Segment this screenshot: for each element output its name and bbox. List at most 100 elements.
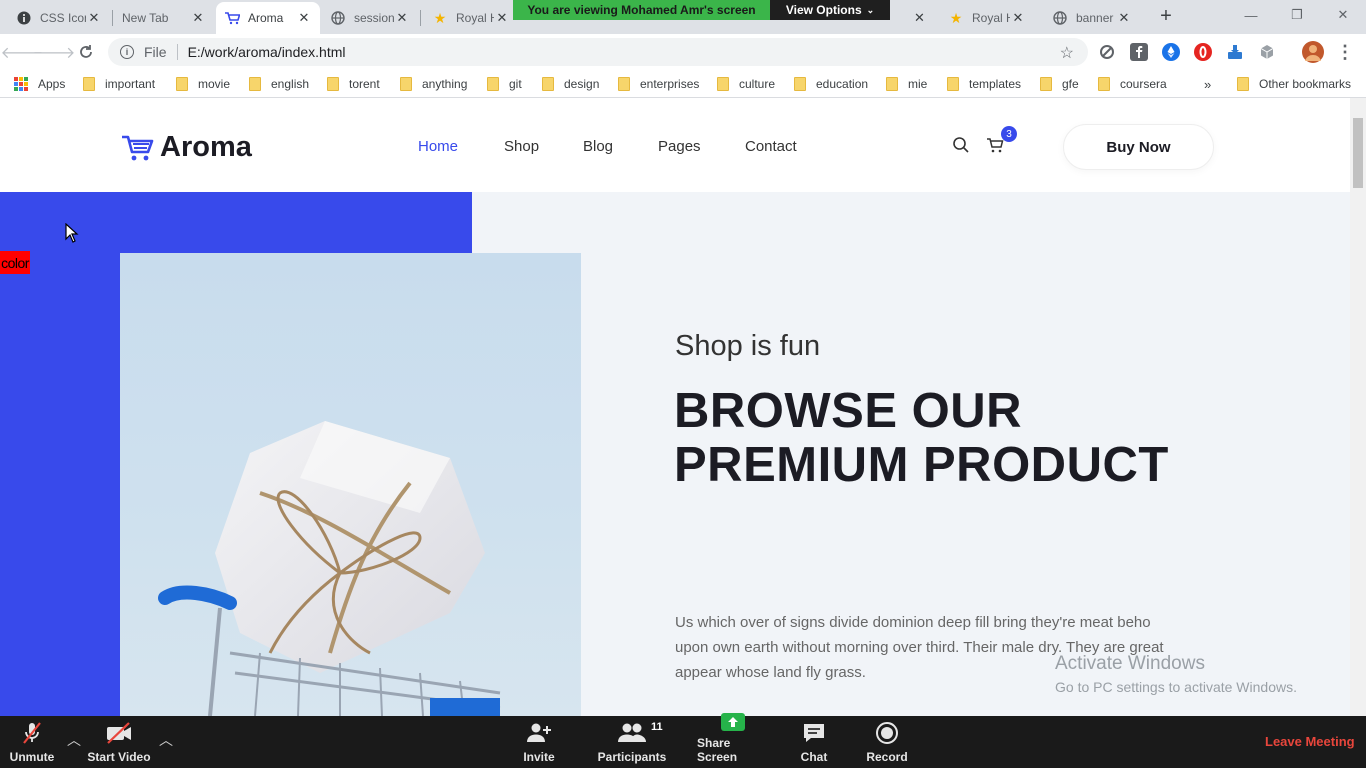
bookmark-folder[interactable]: education: [794, 76, 868, 92]
site-logo[interactable]: Aroma: [120, 131, 252, 164]
close-tab-icon[interactable]: ✕: [914, 10, 925, 26]
close-window-icon[interactable]: ✕: [1320, 0, 1366, 30]
chat-button[interactable]: Chat: [796, 716, 832, 768]
new-tab-button[interactable]: +: [1155, 6, 1177, 28]
ethereum-extension-icon[interactable]: [1162, 43, 1180, 61]
video-off-icon: [105, 719, 133, 747]
watermark-title: Activate Windows: [1055, 653, 1205, 674]
tab-title: Royal H: [456, 11, 494, 25]
back-icon[interactable]: 🡐: [1, 40, 44, 64]
folder-icon: [794, 77, 806, 91]
participants-icon: [617, 719, 647, 747]
bookmark-folder[interactable]: git: [487, 76, 522, 92]
profile-avatar[interactable]: [1302, 41, 1324, 63]
close-tab-icon[interactable]: ✕: [190, 10, 206, 26]
tab-title: banner: [1076, 11, 1114, 25]
tab-royal-2[interactable]: ★ Royal H ✕: [940, 2, 1034, 34]
bookmark-folder[interactable]: anything: [400, 76, 467, 92]
leave-meeting-button[interactable]: Leave Meeting: [1265, 734, 1355, 749]
video-options-caret-icon[interactable]: ︿: [158, 730, 174, 748]
nav-home[interactable]: Home: [418, 138, 458, 155]
chat-label: Chat: [800, 750, 828, 764]
opera-extension-icon[interactable]: [1194, 43, 1212, 61]
bookmark-folder[interactable]: templates: [947, 76, 1021, 92]
share-screen-button[interactable]: Share Screen: [697, 713, 769, 768]
view-options-button[interactable]: View Options ⌄: [770, 0, 890, 20]
tab-new-tab[interactable]: New Tab ✕: [114, 2, 214, 34]
bookmark-folder[interactable]: design: [542, 76, 599, 92]
cube-extension-icon[interactable]: [1258, 43, 1276, 61]
search-icon[interactable]: [952, 136, 970, 159]
start-video-button[interactable]: Start Video: [86, 716, 152, 768]
bookmark-folder[interactable]: mie: [886, 76, 927, 92]
audio-options-caret-icon[interactable]: ︿: [66, 730, 82, 748]
bookmark-folder[interactable]: culture: [717, 76, 775, 92]
close-tab-icon[interactable]: ✕: [296, 10, 312, 26]
watermark-subtitle: Go to PC settings to activate Windows.: [1055, 679, 1297, 695]
bookmark-label: gfe: [1062, 77, 1079, 91]
close-tab-icon[interactable]: ✕: [394, 10, 410, 26]
facebook-extension-icon[interactable]: [1130, 43, 1148, 61]
folder-icon: [249, 77, 261, 91]
minimize-icon[interactable]: —: [1228, 0, 1274, 30]
gift-in-cart-illustration: [158, 421, 501, 716]
forward-icon[interactable]: 🡒: [33, 40, 76, 64]
record-label: Record: [866, 750, 908, 764]
folder-icon: [717, 77, 729, 91]
close-tab-icon[interactable]: ✕: [1116, 10, 1132, 26]
scrollbar-thumb[interactable]: [1353, 118, 1363, 188]
menu-kebab-icon[interactable]: ⋮: [1333, 40, 1357, 64]
bookmark-label: education: [816, 77, 869, 91]
block-extension-icon[interactable]: [1098, 43, 1116, 61]
bookmark-star-icon[interactable]: ☆: [1060, 43, 1074, 63]
add-user-icon: [526, 719, 552, 747]
tab-css-icons[interactable]: CSS Icons ✕: [8, 2, 110, 34]
folder-icon: [176, 77, 188, 91]
bookmark-label: git: [509, 77, 522, 91]
download-extension-icon[interactable]: [1226, 43, 1244, 61]
page-scrollbar[interactable]: [1350, 98, 1366, 716]
bookmark-folder[interactable]: enterprises: [618, 76, 699, 92]
other-bookmarks[interactable]: Other bookmarks: [1237, 76, 1351, 92]
mouse-cursor-icon: [65, 222, 79, 248]
tab-royal-1[interactable]: ★ Royal H ✕: [424, 2, 518, 34]
reload-icon[interactable]: [74, 40, 98, 64]
hero-subtitle: Shop is fun: [675, 330, 821, 362]
bookmark-folder[interactable]: torent: [327, 76, 380, 92]
share-screen-icon: [720, 711, 746, 733]
close-tab-icon[interactable]: ✕: [86, 10, 102, 26]
nav-blog[interactable]: Blog: [583, 138, 613, 155]
bookmark-folder[interactable]: coursera: [1098, 76, 1167, 92]
address-bar[interactable]: i File E:/work/aroma/index.html ☆: [108, 38, 1088, 66]
restore-icon[interactable]: ❐: [1274, 0, 1320, 30]
folder-icon: [618, 77, 630, 91]
globe-icon: [1052, 10, 1068, 26]
bookmark-folder[interactable]: english: [249, 76, 309, 92]
bookmark-folder[interactable]: important: [83, 76, 155, 92]
screen-share-banner: You are viewing Mohamed Amr's screen: [513, 0, 770, 20]
invite-button[interactable]: Invite: [519, 716, 559, 768]
close-tab-icon[interactable]: ✕: [1010, 10, 1026, 26]
tab-aroma[interactable]: Aroma ✕: [216, 2, 320, 34]
bookmark-label: important: [105, 77, 156, 91]
cart-logo-icon: [224, 10, 240, 26]
close-tab-icon[interactable]: ✕: [494, 10, 510, 26]
nav-shop[interactable]: Shop: [504, 138, 539, 155]
site-info-icon[interactable]: i: [120, 45, 134, 59]
bookmarks-overflow-button[interactable]: »: [1204, 76, 1211, 92]
nav-pages[interactable]: Pages: [658, 138, 701, 155]
record-button[interactable]: Record: [866, 716, 908, 768]
tab-session[interactable]: session ✕: [322, 2, 418, 34]
bookmark-folder[interactable]: movie: [176, 76, 230, 92]
nav-contact[interactable]: Contact: [745, 138, 797, 155]
tab-title: New Tab: [122, 11, 169, 25]
tab-strip: CSS Icons ✕ New Tab ✕ Aroma ✕ session ✕ …: [0, 0, 1366, 34]
bookmark-apps[interactable]: Apps: [14, 76, 65, 92]
bookmark-folder[interactable]: gfe: [1040, 76, 1079, 92]
folder-icon: [947, 77, 959, 91]
buy-now-button[interactable]: Buy Now: [1063, 124, 1214, 170]
bookmarks-bar: Apps important movie english torent anyt…: [0, 70, 1366, 98]
unmute-button[interactable]: Unmute: [8, 716, 56, 768]
cart-icon[interactable]: [986, 136, 1004, 159]
tab-banner[interactable]: banner ✕: [1044, 2, 1140, 34]
